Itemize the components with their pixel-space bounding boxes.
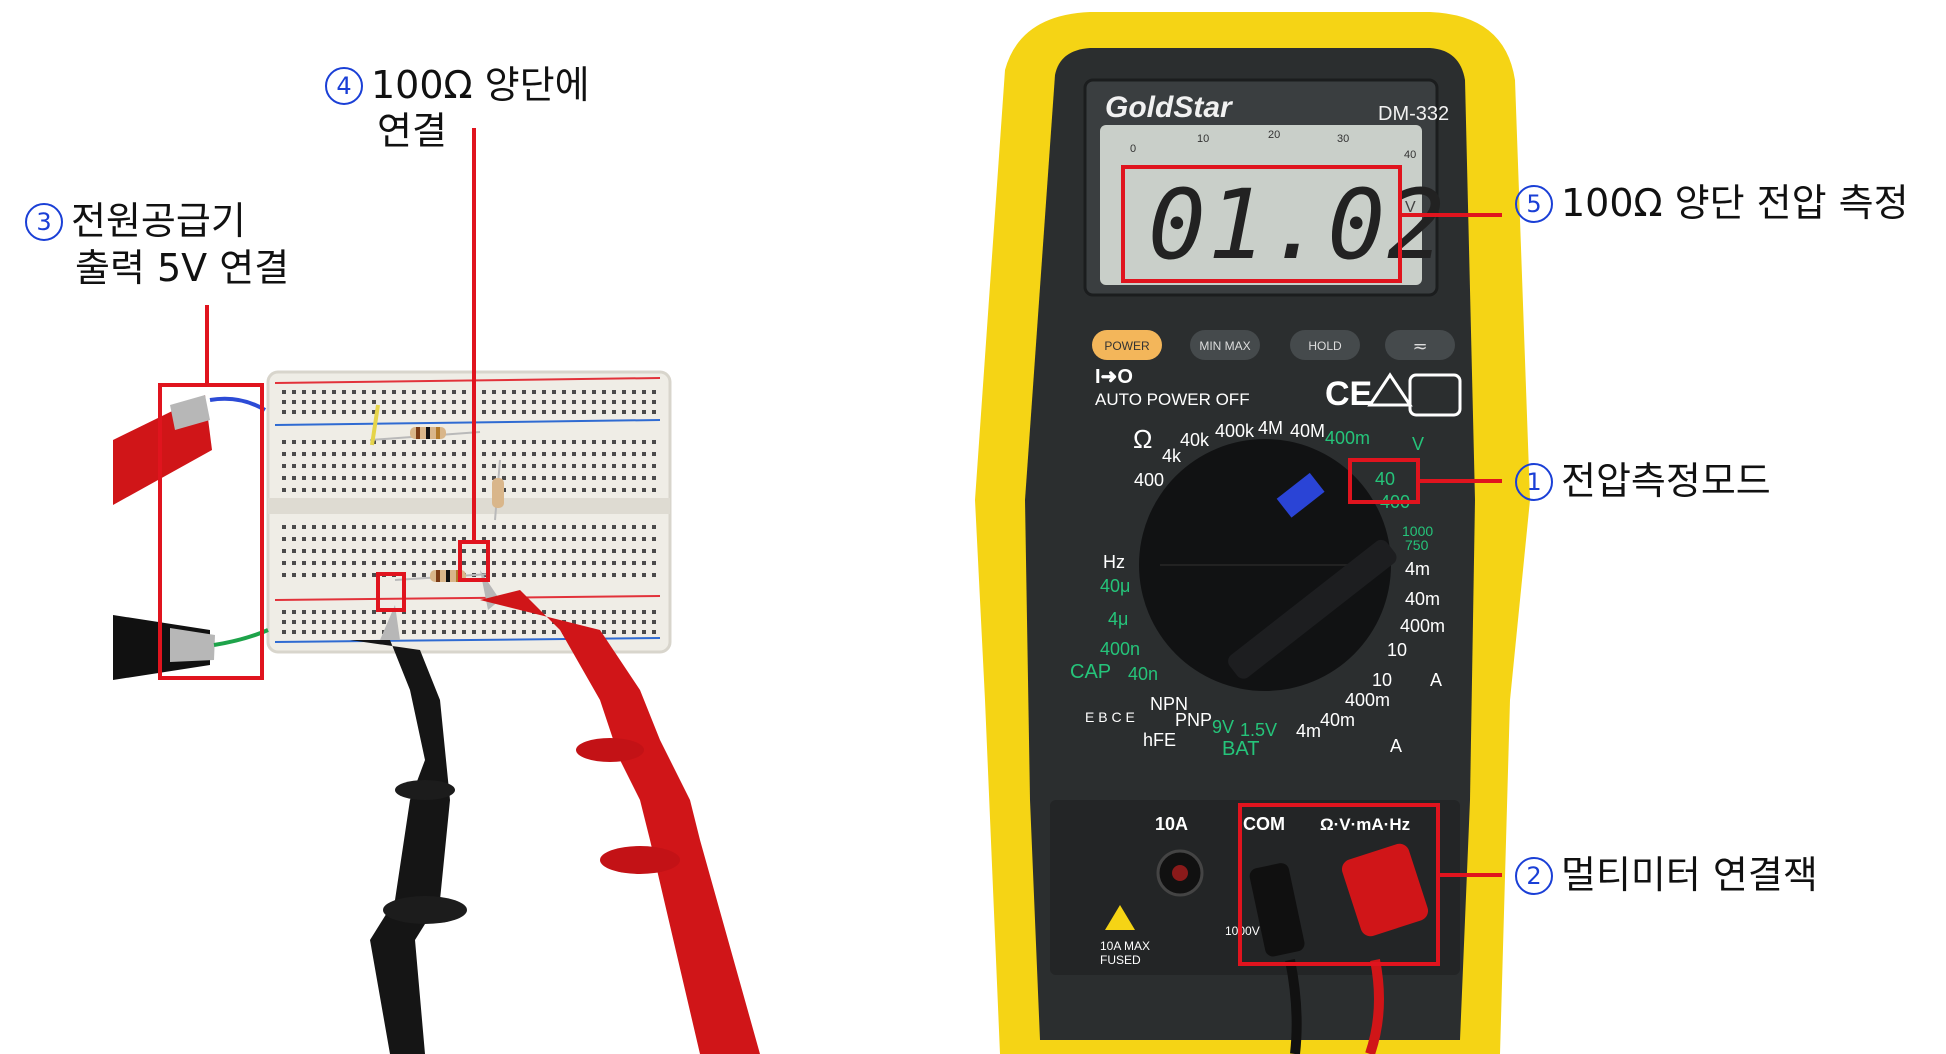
svg-text:4m: 4m — [1405, 559, 1430, 579]
svg-text:400m: 400m — [1400, 616, 1445, 636]
svg-text:40m: 40m — [1405, 589, 1440, 609]
svg-text:4k: 4k — [1162, 446, 1182, 466]
svg-text:400: 400 — [1134, 470, 1164, 490]
svg-text:4μ: 4μ — [1108, 609, 1128, 629]
callout-4: 4 100Ω 양단에 — [325, 62, 590, 108]
callout-3-line2: 출력 5V 연결 — [75, 246, 290, 290]
svg-text:400m: 400m — [1345, 690, 1390, 710]
brand-label: GoldStar — [1105, 91, 1234, 124]
svg-text:400m: 400m — [1325, 428, 1370, 448]
fused-label: FUSED — [1100, 953, 1141, 967]
box-lcd-reading — [1121, 165, 1402, 283]
callout-2-number: 2 — [1515, 857, 1553, 895]
callout-1: 1 전압측정모드 — [1515, 458, 1771, 504]
box-probe-black-contact — [376, 572, 406, 612]
svg-text:9V: 9V — [1212, 717, 1234, 737]
line-callout-4 — [472, 128, 476, 542]
auto-power-off-label: AUTO POWER OFF — [1095, 390, 1250, 409]
jack-10a-label: 10A — [1155, 814, 1188, 834]
callout-4-line2-wrap: 연결 — [377, 108, 447, 154]
acdc-button-label: ≂ — [1412, 336, 1427, 357]
a10-max-label: 10A MAX — [1100, 939, 1150, 953]
ce-mark: CE — [1325, 375, 1372, 413]
callout-4-line1: 100Ω 양단에 — [371, 63, 590, 107]
svg-text:10: 10 — [1372, 670, 1392, 690]
box-meter-jacks — [1238, 803, 1440, 966]
hold-button-label: HOLD — [1308, 339, 1342, 353]
callout-3-number: 3 — [25, 203, 63, 241]
svg-text:A: A — [1390, 736, 1402, 756]
minmax-button-label: MIN MAX — [1199, 339, 1250, 353]
svg-text:PNP: PNP — [1175, 710, 1212, 730]
svg-text:400k: 400k — [1215, 421, 1255, 441]
callout-1-number: 1 — [1515, 463, 1553, 501]
svg-text:A: A — [1430, 670, 1442, 690]
svg-text:CAP: CAP — [1070, 661, 1111, 683]
callout-3: 3 전원공급기 — [25, 198, 246, 244]
svg-text:4M: 4M — [1258, 418, 1283, 438]
model-label: DM-332 — [1378, 103, 1449, 125]
svg-text:Ω: Ω — [1133, 424, 1152, 454]
svg-text:400n: 400n — [1100, 639, 1140, 659]
svg-text:1.5V: 1.5V — [1240, 720, 1277, 740]
callout-1-text: 전압측정모드 — [1561, 459, 1771, 503]
svg-text:4m: 4m — [1296, 721, 1321, 741]
svg-text:BAT: BAT — [1222, 738, 1259, 760]
svg-text:40m: 40m — [1320, 710, 1355, 730]
svg-text:hFE: hFE — [1143, 730, 1176, 750]
power-button-label: POWER — [1104, 339, 1150, 353]
callout-5-text: 100Ω 양단 전압 측정 — [1561, 181, 1909, 225]
svg-text:40k: 40k — [1180, 430, 1210, 450]
svg-text:40M: 40M — [1290, 421, 1325, 441]
svg-text:10: 10 — [1387, 640, 1407, 660]
callout-2: 2 멀티미터 연결잭 — [1515, 852, 1818, 898]
callout-5: 5 100Ω 양단 전압 측정 — [1515, 180, 1909, 226]
callout-3-line1: 전원공급기 — [71, 199, 246, 243]
line-callout-5 — [1400, 213, 1502, 217]
line-callout-3 — [205, 305, 209, 385]
line-callout-2 — [1438, 873, 1502, 877]
box-power-supply-clips — [158, 383, 264, 680]
auto-power-icon: I➜O — [1095, 366, 1133, 388]
svg-text:20: 20 — [1268, 129, 1280, 141]
svg-text:0: 0 — [1130, 143, 1136, 155]
svg-text:40μ: 40μ — [1100, 576, 1130, 596]
line-callout-1 — [1418, 479, 1502, 483]
svg-text:V: V — [1412, 434, 1424, 454]
box-voltage-mode — [1348, 458, 1420, 504]
callout-2-text: 멀티미터 연결잭 — [1561, 853, 1818, 897]
callout-4-line2: 연결 — [377, 109, 447, 153]
box-probe-red-contact — [458, 540, 490, 582]
callout-3-line2-wrap: 출력 5V 연결 — [75, 245, 289, 291]
callout-4-number: 4 — [325, 67, 363, 105]
svg-text:40n: 40n — [1128, 664, 1158, 684]
svg-text:750: 750 — [1405, 537, 1429, 553]
svg-text:30: 30 — [1337, 133, 1349, 145]
svg-text:E B C E: E B C E — [1085, 709, 1135, 725]
svg-text:Hz: Hz — [1103, 552, 1125, 572]
svg-text:40: 40 — [1404, 149, 1416, 161]
callout-5-number: 5 — [1515, 185, 1553, 223]
svg-text:10: 10 — [1197, 133, 1209, 145]
